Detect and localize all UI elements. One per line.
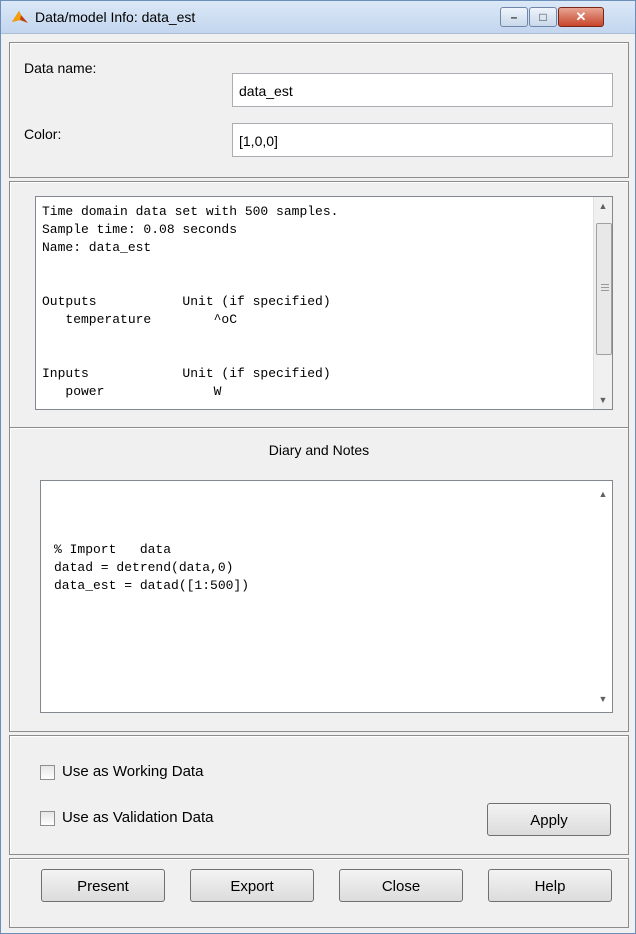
properties-panel: Data name: data_est Color: [1,0,0] bbox=[9, 42, 629, 178]
info-line: Time domain data set with 500 samples. bbox=[42, 204, 339, 219]
notes-scrollbar[interactable]: ▲ ▼ bbox=[594, 481, 612, 712]
maximize-icon: □ bbox=[539, 10, 547, 24]
data-name-label: Data name: bbox=[24, 60, 97, 76]
info-panel: Time domain data set with 500 samples. S… bbox=[9, 181, 629, 428]
notes-header: Diary and Notes bbox=[268, 442, 370, 458]
info-textarea[interactable]: Time domain data set with 500 samples. S… bbox=[35, 196, 613, 410]
scroll-up-icon[interactable]: ▲ bbox=[594, 197, 612, 215]
info-line: power W bbox=[42, 384, 222, 399]
window-title: Data/model Info: data_est bbox=[35, 9, 196, 25]
info-line: Name: data_est bbox=[42, 240, 152, 255]
color-label: Color: bbox=[24, 126, 62, 142]
export-button[interactable]: Export bbox=[190, 869, 314, 902]
info-scrollbar[interactable]: ▲ ▼ bbox=[593, 197, 612, 409]
help-button[interactable]: Help bbox=[488, 869, 612, 902]
matlab-icon bbox=[12, 11, 28, 23]
close-window-button[interactable]: ✕ bbox=[558, 7, 604, 27]
notes-line: % Import data bbox=[54, 542, 172, 557]
scroll-down-icon[interactable]: ▼ bbox=[594, 690, 612, 708]
notes-line: data_est = datad([1:500]) bbox=[54, 578, 250, 593]
scroll-down-icon[interactable]: ▼ bbox=[594, 391, 612, 409]
data-name-field[interactable]: data_est bbox=[232, 73, 613, 107]
validation-data-checkbox[interactable] bbox=[40, 811, 55, 826]
working-data-checkbox[interactable] bbox=[40, 765, 55, 780]
maximize-button[interactable]: □ bbox=[529, 7, 557, 27]
present-button[interactable]: Present bbox=[41, 869, 165, 902]
dialog-window: Data/model Info: data_est – □ ✕ Data nam… bbox=[0, 0, 636, 934]
title-bar[interactable]: Data/model Info: data_est – □ ✕ bbox=[1, 1, 635, 34]
apply-button[interactable]: Apply bbox=[487, 803, 611, 836]
validation-data-label: Use as Validation Data bbox=[62, 809, 214, 826]
info-line: Inputs Unit (if specified) bbox=[42, 366, 331, 381]
working-data-label: Use as Working Data bbox=[62, 763, 204, 780]
scroll-up-icon[interactable]: ▲ bbox=[594, 485, 612, 503]
close-button[interactable]: Close bbox=[339, 869, 463, 902]
info-line: Sample time: 0.08 seconds bbox=[42, 222, 238, 237]
notes-panel: Diary and Notes % Import data datad = de… bbox=[9, 427, 629, 732]
scroll-thumb[interactable] bbox=[596, 223, 612, 355]
usage-panel: Use as Working Data Use as Validation Da… bbox=[9, 735, 629, 855]
notes-line: datad = detrend(data,0) bbox=[54, 560, 234, 575]
info-line: temperature ^oC bbox=[42, 312, 238, 327]
action-bar: Present Export Close Help bbox=[9, 858, 629, 928]
minimize-icon: – bbox=[510, 10, 518, 24]
notes-textarea[interactable]: % Import data datad = detrend(data,0) da… bbox=[40, 480, 613, 713]
minimize-button[interactable]: – bbox=[500, 7, 528, 27]
info-line: Outputs Unit (if specified) bbox=[42, 294, 331, 309]
close-icon: ✕ bbox=[575, 9, 587, 24]
color-field[interactable]: [1,0,0] bbox=[232, 123, 613, 157]
